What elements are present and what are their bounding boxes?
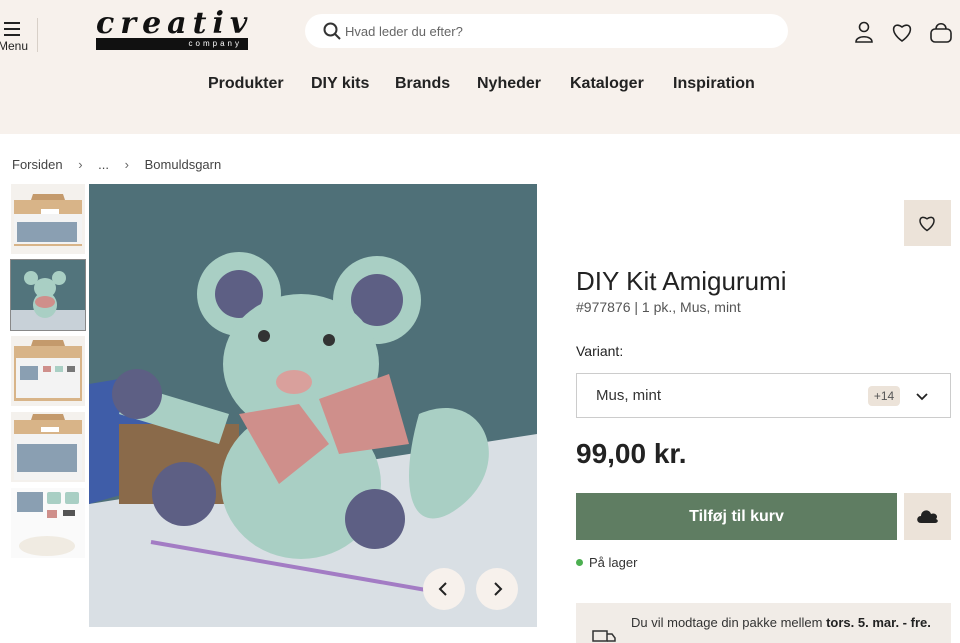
site-header: Menu creativ company Produkter DIY kits … [0, 0, 960, 134]
creativ-logo[interactable]: creativ company [96, 6, 248, 52]
stock-label: På lager [589, 555, 638, 570]
thumbnail-1[interactable] [11, 184, 85, 254]
delivery-text: Du vil modtage din pakke mellem tors. 5.… [631, 615, 931, 630]
product-main-image [89, 184, 537, 627]
menu-button[interactable]: Menu [0, 18, 38, 53]
heart-icon[interactable] [890, 20, 914, 44]
add-to-cart-button[interactable]: Tilføj til kurv [576, 493, 897, 540]
variant-select[interactable]: Mus, mint +14 [576, 373, 951, 418]
logo-wordmark: creativ [96, 6, 254, 41]
delivery-dates: tors. 5. mar. - fre. [826, 615, 931, 630]
thumbnail-2[interactable] [10, 259, 86, 331]
wishlist-button[interactable] [904, 200, 951, 246]
variant-value: Mus, mint [596, 387, 662, 404]
thumbnail-5[interactable] [11, 488, 85, 558]
breadcrumb-current[interactable]: Bomuldsgarn [145, 157, 222, 172]
search-input[interactable] [345, 21, 765, 41]
variant-count-badge: +14 [868, 386, 900, 406]
search-icon [323, 22, 341, 40]
breadcrumb-separator-icon: › [124, 157, 129, 172]
product-price: 99,00 kr. [576, 438, 687, 469]
stock-status: På lager [576, 555, 637, 570]
delivery-prefix: Du vil modtage din pakke mellem [631, 615, 827, 630]
variant-label: Variant: [576, 343, 624, 359]
user-icon[interactable] [852, 20, 876, 44]
nav-brands[interactable]: Brands [395, 75, 450, 93]
nav-produkter[interactable]: Produkter [208, 75, 284, 93]
breadcrumb-ellipsis[interactable]: ... [98, 157, 109, 172]
search-bar[interactable] [305, 14, 788, 48]
breadcrumb-home[interactable]: Forsiden [12, 157, 63, 172]
nav-inspiration[interactable]: Inspiration [673, 75, 755, 93]
carousel-next-button[interactable] [476, 568, 518, 610]
breadcrumb: Forsiden › ... › Bomuldsgarn [12, 157, 233, 172]
delivery-info: Du vil modtage din pakke mellem tors. 5.… [576, 603, 951, 643]
logo-sub: company [188, 39, 242, 48]
heart-icon [919, 216, 935, 232]
product-title: DIY Kit Amigurumi [576, 266, 787, 296]
nav-diy-kits[interactable]: DIY kits [311, 75, 369, 93]
main-nav: Produkter DIY kits Brands Nyheder Katalo… [0, 75, 960, 97]
chevron-right-icon [494, 582, 503, 596]
logo-bar: company [96, 38, 248, 50]
carousel-prev-button[interactable] [423, 568, 465, 610]
cloud-icon [917, 510, 938, 523]
stock-dot-icon [576, 559, 583, 566]
chevron-down-icon [916, 393, 928, 401]
thumbnail-3[interactable] [11, 336, 85, 406]
product-subtitle: #977876 | 1 pk., Mus, mint [576, 299, 741, 315]
nav-kataloger[interactable]: Kataloger [570, 75, 644, 93]
thumbnail-4[interactable] [11, 412, 85, 482]
menu-icon [4, 22, 20, 40]
cloud-button[interactable] [904, 493, 951, 540]
truck-icon [592, 630, 616, 642]
breadcrumb-separator-icon: › [78, 157, 83, 172]
basket-icon[interactable] [929, 20, 953, 44]
chevron-left-icon [438, 582, 447, 596]
nav-nyheder[interactable]: Nyheder [477, 75, 541, 93]
menu-label: Menu [0, 39, 29, 53]
